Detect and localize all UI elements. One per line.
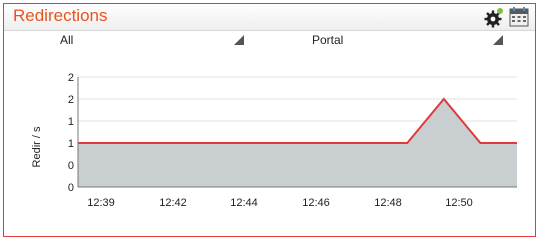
y-tick-label: 2 <box>68 94 74 106</box>
redirections-chart: 0 0 1 1 2 2 12:39 12:42 12:44 12:46 12:48 12:50 Re… <box>31 72 517 209</box>
calendar-icon[interactable] <box>509 6 529 28</box>
widget-title: Redirections <box>13 6 108 25</box>
y-tick-label: 2 <box>68 72 74 84</box>
widget-header: Redirections <box>4 4 535 31</box>
x-tick-label: 12:50 <box>445 197 473 209</box>
x-tick-label: 12:42 <box>159 197 187 209</box>
y-tick-labels: 0 0 1 1 2 2 <box>68 72 74 194</box>
portal-select-value: Portal <box>312 33 344 47</box>
portal-select[interactable]: Portal <box>304 31 514 49</box>
gear-icon[interactable] <box>483 6 505 28</box>
x-tick-label: 12:48 <box>374 197 402 209</box>
portal-select-arrow-icon <box>493 35 503 45</box>
x-tick-labels: 12:39 12:42 12:44 12:46 12:48 12:50 <box>87 197 473 209</box>
scope-select-value: All <box>60 33 74 47</box>
x-tick-label: 12:44 <box>230 197 258 209</box>
y-tick-label: 0 <box>68 182 74 194</box>
y-tick-label: 0 <box>68 160 74 172</box>
scope-select[interactable]: All <box>44 31 249 49</box>
y-axis-label: Redir / s <box>31 126 43 167</box>
y-tick-label: 1 <box>68 138 74 150</box>
x-tick-label: 12:39 <box>87 197 115 209</box>
redirections-widget: Redirections All Portal 0 0 1 1 2 2 12:3… <box>3 3 536 237</box>
y-tick-label: 1 <box>68 116 74 128</box>
scope-select-arrow-icon <box>234 35 244 45</box>
filter-bar: All Portal <box>4 31 535 49</box>
x-tick-label: 12:46 <box>302 197 330 209</box>
